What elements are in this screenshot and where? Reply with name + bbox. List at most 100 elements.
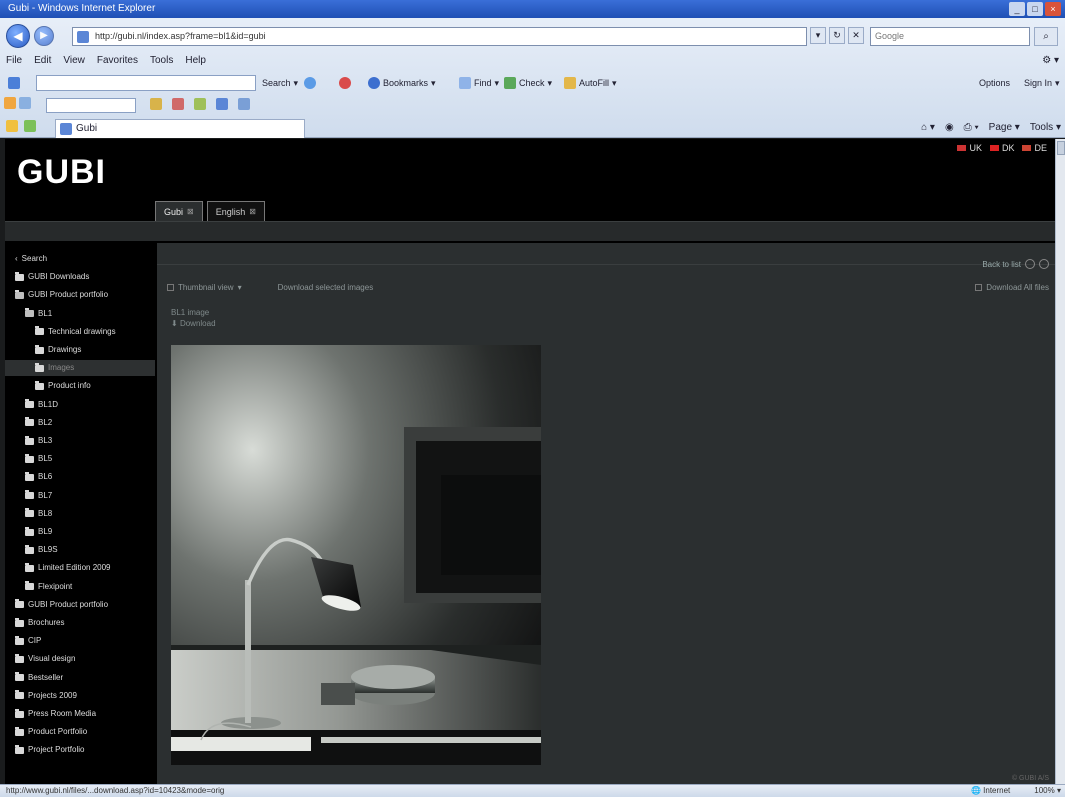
tab-title: Gubi: [76, 123, 98, 134]
sidebar-item[interactable]: GUBI Product portfolio: [5, 597, 155, 613]
download-selected-button[interactable]: Download selected images: [278, 283, 374, 292]
site-tab-gubi[interactable]: Gubi ⊠: [155, 201, 203, 221]
stop-icon[interactable]: ✕: [848, 27, 864, 44]
toolbar-options-button[interactable]: Options: [975, 73, 1014, 93]
toolbar-find-button[interactable]: Find ▾: [455, 73, 503, 93]
toolbar-options-icon[interactable]: ⚙ ▾: [1042, 52, 1059, 70]
maximize-icon[interactable]: □: [1027, 2, 1043, 16]
find-label: Find: [474, 78, 492, 88]
dropdown-icon[interactable]: ▾: [810, 27, 826, 44]
zoom-level[interactable]: 100% ▾: [1034, 785, 1061, 797]
home-icon[interactable]: ⌂ ▾: [921, 119, 935, 137]
sidebar-item[interactable]: Press Room Media: [5, 706, 155, 722]
sidebar-item[interactable]: BL8: [5, 506, 155, 522]
sidebar-item[interactable]: Project Portfolio: [5, 742, 155, 758]
feeds-icon[interactable]: ◉: [945, 119, 954, 137]
language-de[interactable]: DE: [1022, 143, 1047, 153]
sidebar-item[interactable]: BL7: [5, 488, 155, 504]
sidebar-item[interactable]: CIP: [5, 633, 155, 649]
file-download-link[interactable]: ⬇ Download: [171, 318, 216, 329]
status-bar: http://www.gubi.nl/files/...download.asp…: [0, 784, 1065, 797]
next-page-icon[interactable]: [1039, 259, 1049, 269]
tab-row-favorites: [6, 120, 36, 132]
search-icon[interactable]: ⌕: [1034, 27, 1058, 46]
scrollbar-thumb[interactable]: [1057, 141, 1065, 155]
security-zone[interactable]: 🌐 Internet: [971, 785, 1010, 797]
menu-favorites[interactable]: Favorites: [97, 52, 138, 70]
menu-file[interactable]: File: [6, 52, 22, 70]
forward-icon[interactable]: ▶: [34, 26, 54, 46]
sidebar-item[interactable]: BL9S: [5, 542, 155, 558]
menu-edit[interactable]: Edit: [34, 52, 51, 70]
sidebar-item[interactable]: BL9: [5, 524, 155, 540]
product-photo[interactable]: [171, 345, 541, 765]
site-tab-english[interactable]: English ⊠: [206, 201, 265, 222]
sidebar-item[interactable]: Technical drawings: [5, 324, 155, 340]
download-all-button[interactable]: Download All files: [975, 283, 1049, 292]
tab-gubi[interactable]: Gubi: [55, 119, 305, 138]
sidebar-item[interactable]: Visual design: [5, 651, 155, 667]
toolbar-signin-button[interactable]: Sign In ▾: [1020, 73, 1064, 93]
translate-icon[interactable]: [172, 98, 184, 110]
sidebar-item[interactable]: BL1D: [5, 397, 155, 413]
search-input[interactable]: Google: [870, 27, 1030, 46]
sidebar-item[interactable]: Product info: [5, 378, 155, 394]
prev-page-icon[interactable]: [1025, 259, 1035, 269]
language-uk[interactable]: UK: [957, 143, 982, 153]
language-dk[interactable]: DK: [989, 143, 1014, 153]
minimize-icon[interactable]: _: [1009, 2, 1025, 16]
star-icon[interactable]: [4, 97, 16, 109]
toolbar-check-button[interactable]: Check ▾: [500, 73, 556, 93]
sidebar-item[interactable]: Bestseller: [5, 670, 155, 686]
sidebar-item[interactable]: Product Portfolio: [5, 724, 155, 740]
secondary-search-input[interactable]: [46, 98, 136, 113]
toolbar-autofill-button[interactable]: AutoFill ▾: [560, 73, 621, 93]
menu-view[interactable]: View: [63, 52, 85, 70]
toolbar-search-button[interactable]: Search ▾: [258, 73, 302, 93]
highlight-icon[interactable]: [150, 98, 162, 110]
page-menu[interactable]: Page ▾: [989, 119, 1020, 137]
tab-close-icon[interactable]: ⊠: [249, 202, 256, 222]
tools-menu[interactable]: Tools ▾: [1030, 119, 1061, 137]
secondary-toolbar: [0, 96, 1065, 116]
tab-close-icon[interactable]: ⊠: [187, 202, 194, 222]
sidebar-item[interactable]: BL3: [5, 433, 155, 449]
sidebar-item[interactable]: GUBI Downloads: [5, 269, 155, 285]
sidebar-item[interactable]: Projects 2009: [5, 688, 155, 704]
toolbar-search-input[interactable]: [36, 75, 256, 91]
toolbar-go-button[interactable]: [300, 73, 320, 93]
sidewiki-icon[interactable]: [216, 98, 228, 110]
add-favorites-icon[interactable]: [24, 120, 36, 132]
sidebar-item[interactable]: BL1: [5, 306, 155, 322]
sidebar-item[interactable]: BL2: [5, 415, 155, 431]
share-icon[interactable]: [194, 98, 206, 110]
secondary-toolbar-buttons: [150, 98, 250, 110]
close-icon[interactable]: ×: [1045, 2, 1061, 16]
toolbar-bookmarks-button[interactable]: Bookmarks ▾: [364, 73, 440, 93]
menu-tools[interactable]: Tools: [150, 52, 173, 70]
sidebar-item[interactable]: Limited Edition 2009: [5, 560, 155, 576]
sidebar-item[interactable]: Flexipoint: [5, 579, 155, 595]
thumbnail-view-button[interactable]: Thumbnail view ▾: [167, 283, 242, 292]
sidebar-item[interactable]: ‹ Search: [5, 251, 155, 267]
site-tab-english-label: English: [215, 206, 246, 217]
sidebar-item[interactable]: Images: [5, 360, 155, 377]
page-scrollbar[interactable]: [1055, 139, 1065, 784]
print-icon[interactable]: ⎙ ▾: [964, 119, 979, 137]
sidebar-item[interactable]: Drawings: [5, 342, 155, 358]
favorites-star-icon[interactable]: [6, 120, 18, 132]
refresh-icon[interactable]: ↻: [829, 27, 845, 44]
sidebar-item[interactable]: BL6: [5, 469, 155, 485]
sidebar-item[interactable]: Brochures: [5, 615, 155, 631]
feed-icon[interactable]: [18, 97, 31, 109]
menu-help[interactable]: Help: [185, 52, 206, 70]
sidebar-item[interactable]: GUBI Product portfolio: [5, 287, 155, 303]
site-logo[interactable]: GUBI: [17, 153, 106, 192]
back-to-list-link[interactable]: Back to list: [982, 260, 1021, 269]
back-icon[interactable]: ◀: [6, 24, 30, 48]
folder-icon: [15, 708, 24, 718]
toolbar-popup-button[interactable]: [335, 73, 355, 93]
gmail-icon[interactable]: [238, 98, 250, 110]
sidebar-item[interactable]: BL5: [5, 451, 155, 467]
address-bar[interactable]: http://gubi.nl/index.asp?frame=bl1&id=gu…: [72, 27, 807, 46]
